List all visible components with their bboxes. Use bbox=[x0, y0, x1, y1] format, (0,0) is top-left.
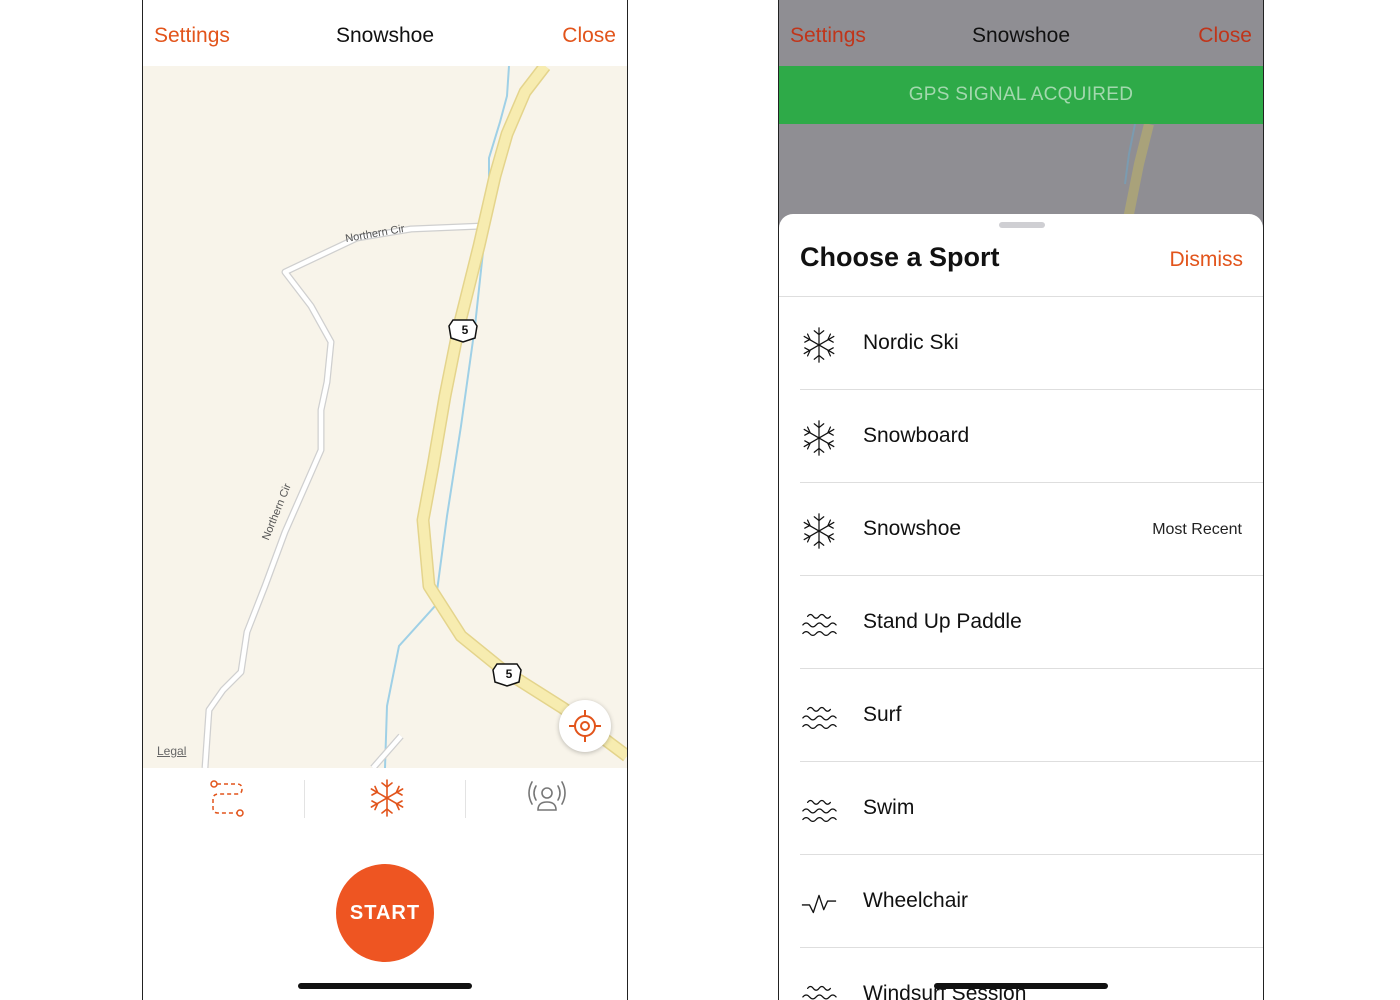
phone-screen-sport-picker: Settings Snowshoe Close GPS SIGNAL ACQUI… bbox=[778, 0, 1264, 1000]
snowflake-icon bbox=[370, 779, 404, 817]
home-indicator[interactable] bbox=[298, 983, 472, 989]
phone-screen-map: Settings Snowshoe Close 5 5 Northern Cir… bbox=[142, 0, 628, 1000]
locate-me-button[interactable] bbox=[559, 700, 611, 752]
sheet-title: Choose a Sport bbox=[800, 242, 1000, 272]
crosshair-icon bbox=[569, 710, 601, 742]
beacon-icon bbox=[528, 781, 566, 811]
sheet-grabber[interactable] bbox=[999, 222, 1045, 228]
sport-label: Stand Up Paddle bbox=[863, 610, 1022, 633]
route-shield-label: 5 bbox=[505, 667, 513, 681]
toolbar-divider bbox=[304, 780, 305, 818]
heartbeat-icon bbox=[801, 894, 837, 914]
route-button[interactable] bbox=[195, 776, 255, 818]
waves-icon bbox=[802, 706, 837, 730]
sport-item-surf[interactable]: Surf bbox=[779, 669, 1263, 762]
nav-bar: Settings Snowshoe Close bbox=[779, 0, 1263, 66]
sport-list: Nordic Ski Snowboard Snowshoe Most Recen… bbox=[779, 297, 1263, 1000]
bottom-toolbar bbox=[143, 768, 627, 828]
sport-item-stand-up-paddle[interactable]: Stand Up Paddle bbox=[779, 576, 1263, 669]
nav-bar: Settings Snowshoe Close bbox=[143, 0, 627, 66]
snowflake-icon bbox=[803, 327, 835, 363]
sport-label: Snowboard bbox=[863, 424, 970, 447]
dismiss-button[interactable]: Dismiss bbox=[1170, 248, 1244, 272]
sport-label: Swim bbox=[863, 796, 915, 819]
route-icon bbox=[210, 780, 244, 817]
gps-status-banner: GPS SIGNAL ACQUIRED bbox=[779, 66, 1263, 124]
sport-label: Surf bbox=[863, 703, 902, 726]
close-button[interactable]: Close bbox=[562, 24, 616, 48]
map-roads bbox=[201, 66, 627, 768]
page-title: Snowshoe bbox=[335, 24, 435, 47]
sport-item-windsurf-session[interactable]: Windsurf Session bbox=[779, 948, 1263, 1000]
sport-item-nordic-ski[interactable]: Nordic Ski bbox=[779, 297, 1263, 390]
waves-icon bbox=[802, 613, 837, 637]
snowflake-icon bbox=[803, 420, 835, 456]
sport-picker-button[interactable] bbox=[355, 776, 415, 818]
sport-item-wheelchair[interactable]: Wheelchair bbox=[779, 855, 1263, 948]
sport-label: Wheelchair bbox=[863, 889, 969, 912]
page-title: Snowshoe bbox=[971, 24, 1071, 47]
sport-item-snowboard[interactable]: Snowboard bbox=[779, 390, 1263, 483]
toolbar-divider bbox=[465, 780, 466, 818]
beacon-button[interactable] bbox=[515, 776, 575, 818]
sport-item-swim[interactable]: Swim bbox=[779, 762, 1263, 855]
snowflake-icon bbox=[803, 513, 835, 549]
sport-label: Nordic Ski bbox=[863, 331, 959, 354]
route-shield-label: 5 bbox=[461, 323, 469, 337]
sport-label: Snowshoe bbox=[863, 517, 962, 540]
map-view[interactable]: 5 5 Northern Cir Northern Cir Legal bbox=[143, 66, 627, 768]
waves-icon bbox=[802, 985, 837, 1000]
sport-item-snowshoe[interactable]: Snowshoe Most Recent bbox=[779, 483, 1263, 576]
most-recent-badge: Most Recent bbox=[1152, 521, 1242, 538]
close-button[interactable]: Close bbox=[1198, 24, 1252, 48]
home-indicator[interactable] bbox=[934, 983, 1108, 989]
choose-sport-sheet: Choose a Sport Dismiss Nordic Ski Snowbo… bbox=[779, 214, 1263, 1000]
legal-link[interactable]: Legal bbox=[157, 744, 186, 758]
start-button[interactable]: START bbox=[336, 864, 434, 962]
waves-icon bbox=[802, 799, 837, 823]
